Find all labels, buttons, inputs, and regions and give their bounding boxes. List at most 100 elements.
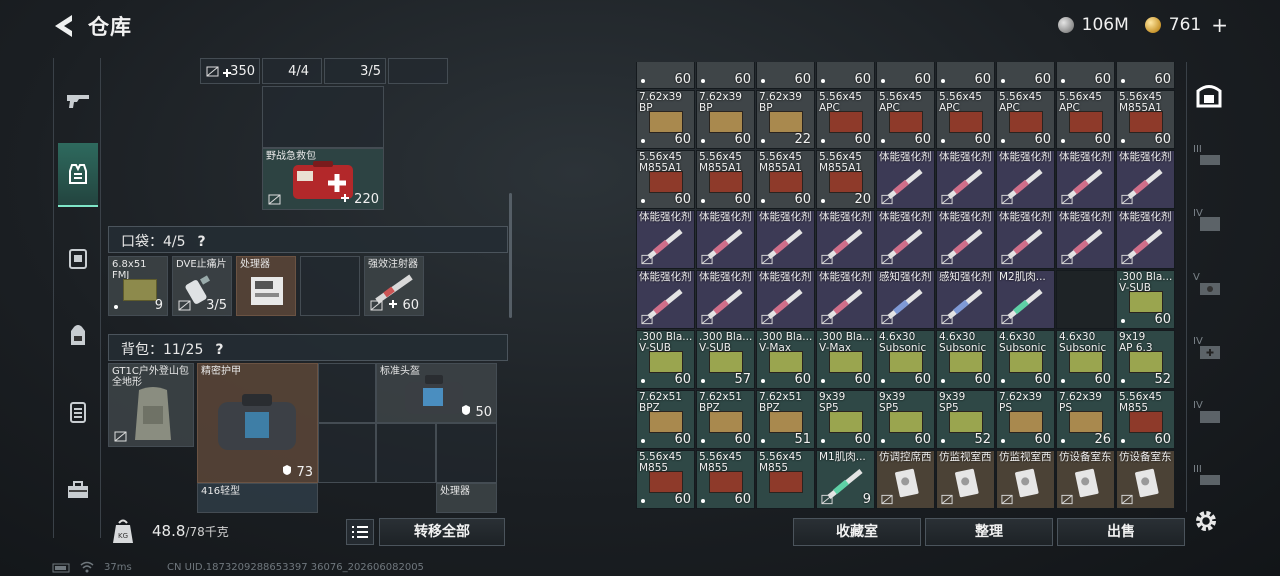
- grid-item[interactable]: 60: [1116, 62, 1175, 89]
- stash-slot[interactable]: 3/5: [324, 58, 386, 84]
- grid-item[interactable]: 体能强化剂: [1056, 150, 1115, 209]
- grid-item[interactable]: 体能强化剂: [996, 210, 1055, 269]
- grid-item[interactable]: 4.6x30 Subsonic 60: [936, 330, 995, 389]
- grid-item[interactable]: [1056, 270, 1115, 329]
- grid-item[interactable]: 体能强化剂: [636, 270, 695, 329]
- processor-item[interactable]: 处理器: [436, 483, 497, 513]
- sort-button[interactable]: 整理: [925, 518, 1053, 546]
- tab-backpack[interactable]: [58, 303, 98, 367]
- grid-item[interactable]: 60: [816, 62, 875, 89]
- grid-item[interactable]: .300 Bla... V-SUB 60: [1116, 270, 1175, 329]
- stash-slot[interactable]: 350: [200, 58, 260, 84]
- grid-item[interactable]: 体能强化剂: [936, 150, 995, 209]
- grid-item[interactable]: 仿调控席西: [876, 450, 935, 509]
- grid-item[interactable]: 7.62x39 BP 60: [636, 90, 695, 149]
- transfer-all-button[interactable]: 转移全部: [379, 518, 505, 546]
- backpack-slot-empty[interactable]: [318, 423, 376, 483]
- scrollbar[interactable]: [509, 193, 512, 318]
- grid-item[interactable]: 体能强化剂: [756, 270, 815, 329]
- grid-item[interactable]: 5.56x45 M855A1 60: [1116, 90, 1175, 149]
- grid-item[interactable]: 5.56x45 APC 60: [876, 90, 935, 149]
- grid-item[interactable]: 60: [756, 62, 815, 89]
- collection-room-button[interactable]: 收藏室: [793, 518, 921, 546]
- grid-item[interactable]: 9x39 SP5 60: [816, 390, 875, 449]
- tab-container-7[interactable]: III: [1189, 448, 1229, 510]
- tab-chest-rig[interactable]: [58, 226, 98, 290]
- grid-item[interactable]: .300 Bla... V-SUB 60: [636, 330, 695, 389]
- grid-item[interactable]: 体能强化剂: [756, 210, 815, 269]
- grid-item[interactable]: 体能强化剂: [636, 210, 695, 269]
- grid-item[interactable]: 体能强化剂: [936, 210, 995, 269]
- grid-item[interactable]: 5.56x45 M855: [756, 450, 815, 509]
- grid-item[interactable]: 60: [876, 62, 935, 89]
- grid-item[interactable]: .300 Bla... V-Max 60: [756, 330, 815, 389]
- tab-container-3[interactable]: IV: [1189, 192, 1229, 254]
- grid-item[interactable]: 感知强化剂: [876, 270, 935, 329]
- first-aid-kit-item[interactable]: 野战急救包 220: [262, 148, 384, 210]
- tab-toolbox[interactable]: [58, 458, 98, 522]
- help-icon[interactable]: ?: [198, 234, 206, 250]
- grid-item[interactable]: 7.62x51 BPZ 60: [696, 390, 755, 449]
- grid-item[interactable]: 体能强化剂: [816, 210, 875, 269]
- grid-item[interactable]: 体能强化剂: [876, 210, 935, 269]
- grid-item[interactable]: .300 Bla... V-SUB 57: [696, 330, 755, 389]
- backpack-slot-empty[interactable]: [436, 423, 497, 483]
- grid-item[interactable]: 5.56x45 M855A1 20: [816, 150, 875, 209]
- grid-item[interactable]: 4.6x30 Subsonic 60: [876, 330, 935, 389]
- grid-item[interactable]: .300 Bla... V-Max 60: [816, 330, 875, 389]
- stash-slot[interactable]: 4/4: [262, 58, 322, 84]
- grid-item[interactable]: M2肌肉...: [996, 270, 1055, 329]
- add-currency-button[interactable]: +: [1211, 13, 1228, 37]
- grid-item[interactable]: 体能强化剂: [696, 270, 755, 329]
- backpack-bag-item[interactable]: GT1C户外登山包 全地形: [108, 363, 194, 447]
- help-icon[interactable]: ?: [215, 342, 223, 358]
- grid-item[interactable]: 7.62x39 PS 60: [996, 390, 1055, 449]
- grid-item[interactable]: 7.62x39 PS 26: [1056, 390, 1115, 449]
- grid-item[interactable]: 7.62x51 BPZ 51: [756, 390, 815, 449]
- sell-button[interactable]: 出售: [1057, 518, 1185, 546]
- grid-item[interactable]: 7.62x51 BPZ 60: [636, 390, 695, 449]
- pocket-slot[interactable]: 处理器: [236, 256, 296, 316]
- grid-item[interactable]: 9x39 SP5 60: [876, 390, 935, 449]
- tab-container[interactable]: [58, 380, 98, 444]
- grid-item[interactable]: 5.56x45 APC 60: [816, 90, 875, 149]
- tab-container-4[interactable]: V: [1189, 256, 1229, 318]
- tab-safe-box[interactable]: [1189, 64, 1229, 126]
- grid-item[interactable]: 体能强化剂: [1116, 150, 1175, 209]
- grid-item[interactable]: 体能强化剂: [696, 210, 755, 269]
- grid-item[interactable]: 仿设备室东: [1056, 450, 1115, 509]
- grid-item[interactable]: 仿监视室西: [936, 450, 995, 509]
- pocket-slot[interactable]: 强效注射器 60: [364, 256, 424, 316]
- grid-item[interactable]: 体能强化剂: [816, 270, 875, 329]
- grid-item[interactable]: 5.56x45 M855 60: [1116, 390, 1175, 449]
- grid-item[interactable]: 体能强化剂: [1116, 210, 1175, 269]
- grid-item[interactable]: 体能强化剂: [996, 150, 1055, 209]
- tab-weapons[interactable]: [58, 68, 98, 132]
- settings-gear-icon[interactable]: [1192, 507, 1220, 535]
- helmet-item[interactable]: 标准头盔 50: [376, 363, 497, 423]
- back-arrow-icon[interactable]: [50, 12, 80, 40]
- armor-item[interactable]: 精密护甲 73: [197, 363, 318, 483]
- grid-item[interactable]: 60: [636, 62, 695, 89]
- tab-container-2[interactable]: III: [1189, 128, 1229, 190]
- grid-item[interactable]: 5.56x45 M855A1 60: [756, 150, 815, 209]
- grid-item[interactable]: 5.56x45 M855A1 60: [636, 150, 695, 209]
- grid-item[interactable]: 体能强化剂: [1056, 210, 1115, 269]
- grid-item[interactable]: 感知强化剂: [936, 270, 995, 329]
- grid-item[interactable]: 60: [996, 62, 1055, 89]
- grid-item[interactable]: 7.62x39 BP 22: [756, 90, 815, 149]
- grid-item[interactable]: 5.56x45 APC 60: [936, 90, 995, 149]
- backpack-slot-empty[interactable]: [318, 363, 376, 423]
- stash-slot[interactable]: [262, 86, 384, 148]
- grid-item[interactable]: 60: [696, 62, 755, 89]
- grid-item[interactable]: 5.56x45 M855 60: [636, 450, 695, 509]
- grid-item[interactable]: 4.6x30 Subsonic 60: [996, 330, 1055, 389]
- stash-slot[interactable]: [388, 58, 448, 84]
- rifle-item[interactable]: 416轻型: [197, 483, 318, 513]
- grid-item[interactable]: 仿设备室东: [1116, 450, 1175, 509]
- tab-armor[interactable]: [58, 143, 98, 207]
- tab-container-6[interactable]: IV: [1189, 384, 1229, 446]
- pocket-slot-empty[interactable]: [300, 256, 360, 316]
- grid-item[interactable]: 体能强化剂: [876, 150, 935, 209]
- list-view-button[interactable]: [346, 519, 374, 545]
